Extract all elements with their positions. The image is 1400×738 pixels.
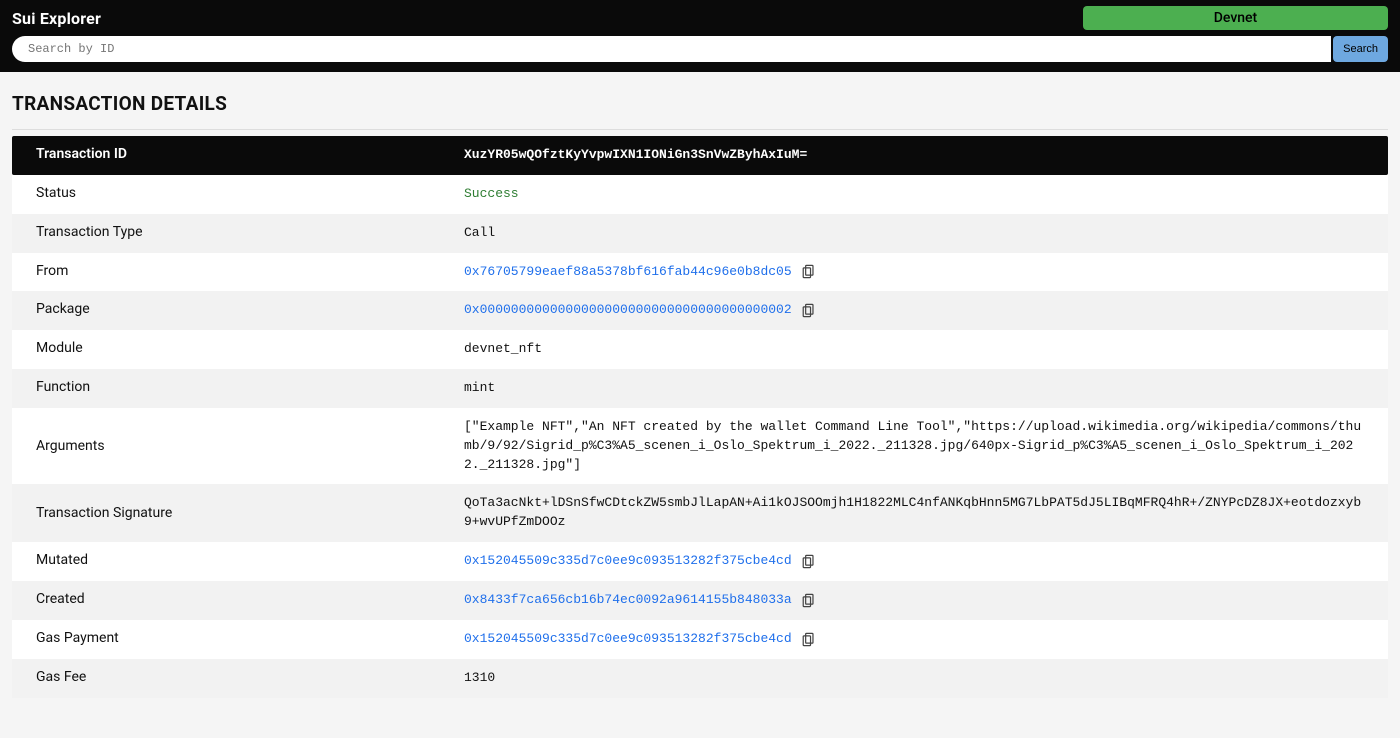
search-row: Search bbox=[12, 36, 1388, 62]
search-button[interactable]: Search bbox=[1333, 36, 1388, 62]
value-mutated: 0x152045509c335d7c0ee9c093513282f375cbe4… bbox=[464, 552, 1364, 571]
row-from: From 0x76705799eaef88a5378bf616fab44c96e… bbox=[12, 253, 1388, 292]
label-signature: Transaction Signature bbox=[36, 505, 464, 521]
row-gas-payment: Gas Payment 0x152045509c335d7c0ee9c09351… bbox=[12, 620, 1388, 659]
value-package: 0x00000000000000000000000000000000000000… bbox=[464, 301, 1364, 320]
label-transaction-type: Transaction Type bbox=[36, 224, 464, 240]
label-mutated: Mutated bbox=[36, 552, 464, 568]
module-text: devnet_nft bbox=[464, 340, 542, 359]
from-address-link[interactable]: 0x76705799eaef88a5378bf616fab44c96e0b8dc… bbox=[464, 263, 792, 282]
row-mutated: Mutated 0x152045509c335d7c0ee9c093513282… bbox=[12, 542, 1388, 581]
app-header: Sui Explorer Devnet Search bbox=[0, 0, 1400, 72]
app-logo[interactable]: Sui Explorer bbox=[12, 9, 101, 28]
label-status: Status bbox=[36, 185, 464, 201]
label-transaction-id: Transaction ID bbox=[36, 146, 464, 162]
value-transaction-type: Call bbox=[464, 224, 1364, 243]
label-created: Created bbox=[36, 591, 464, 607]
copy-icon[interactable] bbox=[802, 303, 815, 318]
mutated-address-link[interactable]: 0x152045509c335d7c0ee9c093513282f375cbe4… bbox=[464, 552, 792, 571]
status-text: Success bbox=[464, 185, 519, 204]
value-module: devnet_nft bbox=[464, 340, 1364, 359]
title-divider bbox=[12, 129, 1388, 130]
label-function: Function bbox=[36, 379, 464, 395]
label-arguments: Arguments bbox=[36, 438, 464, 454]
value-status: Success bbox=[464, 185, 1364, 204]
row-status: Status Success bbox=[12, 175, 1388, 214]
value-function: mint bbox=[464, 379, 1364, 398]
row-function: Function mint bbox=[12, 369, 1388, 408]
transaction-id-text: XuzYR05wQOfztKyYvpwIXN1IONiGn3SnVwZByhAx… bbox=[464, 146, 807, 165]
value-from: 0x76705799eaef88a5378bf616fab44c96e0b8dc… bbox=[464, 263, 1364, 282]
value-gas-fee: 1310 bbox=[464, 669, 1364, 688]
network-badge[interactable]: Devnet bbox=[1083, 6, 1388, 30]
value-transaction-id: XuzYR05wQOfztKyYvpwIXN1IONiGn3SnVwZByhAx… bbox=[464, 146, 1364, 165]
function-text: mint bbox=[464, 379, 495, 398]
row-created: Created 0x8433f7ca656cb16b74ec0092a96141… bbox=[12, 581, 1388, 620]
copy-icon[interactable] bbox=[802, 632, 815, 647]
page-content: TRANSACTION DETAILS Transaction ID XuzYR… bbox=[0, 72, 1400, 738]
value-signature: QoTa3acNkt+lDSnSfwCDtckZW5smbJlLapAN+Ai1… bbox=[464, 494, 1364, 532]
copy-icon[interactable] bbox=[802, 264, 815, 279]
value-arguments: ["Example NFT","An NFT created by the wa… bbox=[464, 418, 1364, 475]
row-gas-fee: Gas Fee 1310 bbox=[12, 659, 1388, 698]
row-package: Package 0x000000000000000000000000000000… bbox=[12, 291, 1388, 330]
label-package: Package bbox=[36, 301, 464, 317]
search-input[interactable] bbox=[12, 36, 1331, 62]
page-title: TRANSACTION DETAILS bbox=[12, 92, 1388, 115]
label-from: From bbox=[36, 263, 464, 279]
copy-icon[interactable] bbox=[802, 593, 815, 608]
header-top-row: Sui Explorer Devnet bbox=[12, 6, 1388, 30]
gas-fee-text: 1310 bbox=[464, 669, 495, 688]
gas-payment-address-link[interactable]: 0x152045509c335d7c0ee9c093513282f375cbe4… bbox=[464, 630, 792, 649]
label-module: Module bbox=[36, 340, 464, 356]
row-module: Module devnet_nft bbox=[12, 330, 1388, 369]
row-transaction-type: Transaction Type Call bbox=[12, 214, 1388, 253]
row-transaction-id: Transaction ID XuzYR05wQOfztKyYvpwIXN1IO… bbox=[12, 136, 1388, 175]
copy-icon[interactable] bbox=[802, 554, 815, 569]
value-gas-payment: 0x152045509c335d7c0ee9c093513282f375cbe4… bbox=[464, 630, 1364, 649]
value-created: 0x8433f7ca656cb16b74ec0092a9614155b84803… bbox=[464, 591, 1364, 610]
transaction-type-text: Call bbox=[464, 224, 495, 243]
row-signature: Transaction Signature QoTa3acNkt+lDSnSfw… bbox=[12, 484, 1388, 542]
label-gas-payment: Gas Payment bbox=[36, 630, 464, 646]
row-arguments: Arguments ["Example NFT","An NFT created… bbox=[12, 408, 1388, 485]
created-address-link[interactable]: 0x8433f7ca656cb16b74ec0092a9614155b84803… bbox=[464, 591, 792, 610]
package-address-link[interactable]: 0x00000000000000000000000000000000000000… bbox=[464, 301, 792, 320]
label-gas-fee: Gas Fee bbox=[36, 669, 464, 685]
